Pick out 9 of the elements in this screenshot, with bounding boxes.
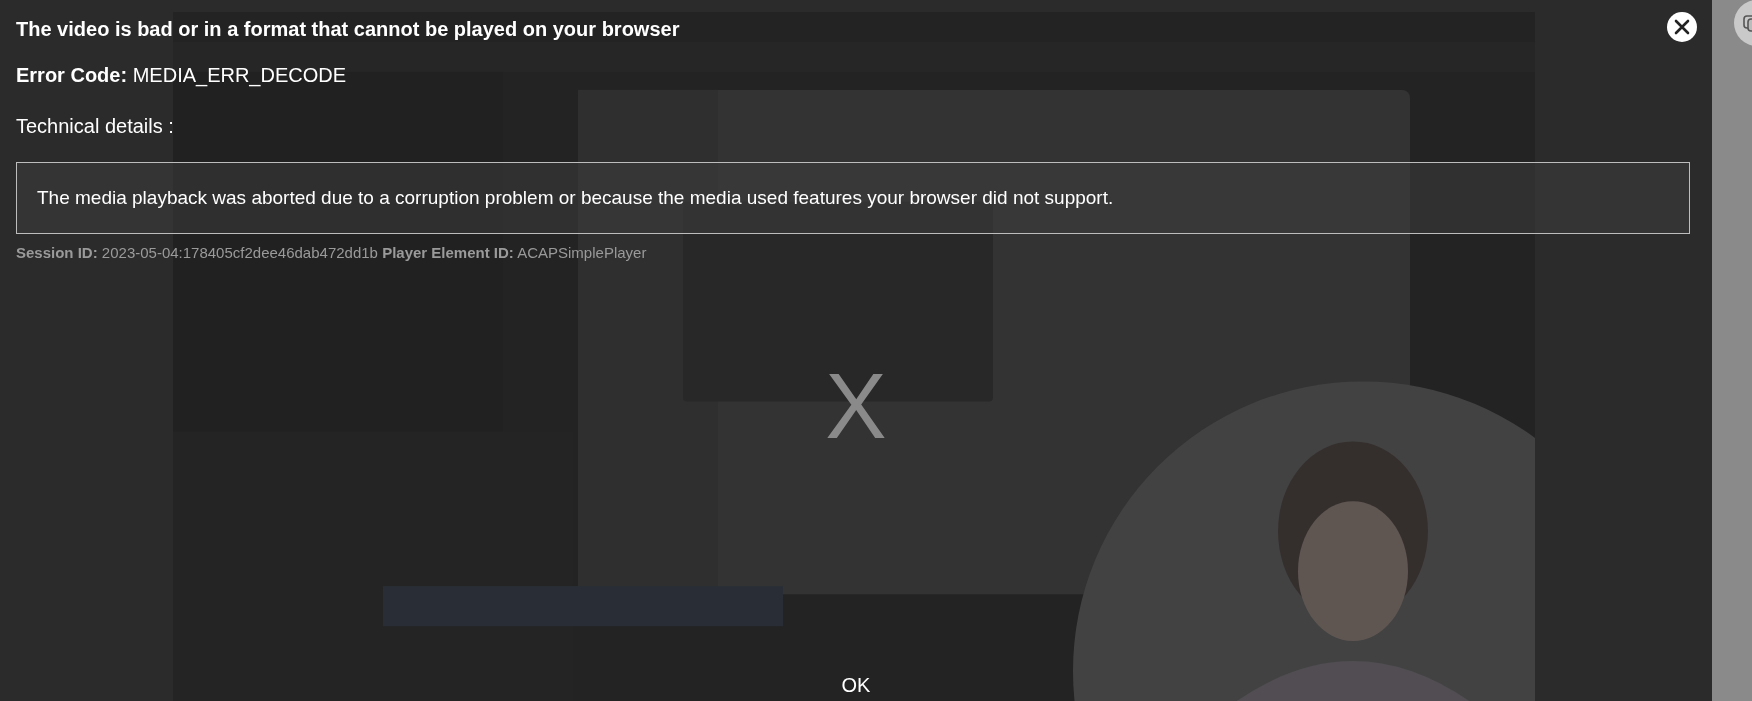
error-title: The video is bad or in a format that cannot be played on your browser (16, 18, 680, 41)
error-message: The media playback was aborted due to a corruption problem or because the media used features your browser did not support. (37, 187, 1114, 208)
session-info-text: Session ID: 2023-05-04:178405cf2dee46dab472dd1b Player Element ID: ACAPSimplePlayer (16, 244, 647, 261)
close-button[interactable] (1667, 12, 1697, 42)
technical-details-label: Technical details : (16, 115, 174, 138)
close-icon (1674, 19, 1690, 35)
ok-button[interactable]: OK (835, 672, 877, 699)
error-mark: X (825, 354, 887, 459)
error-code-text: Error Code: MEDIA_ERR_DECODE (16, 64, 347, 87)
